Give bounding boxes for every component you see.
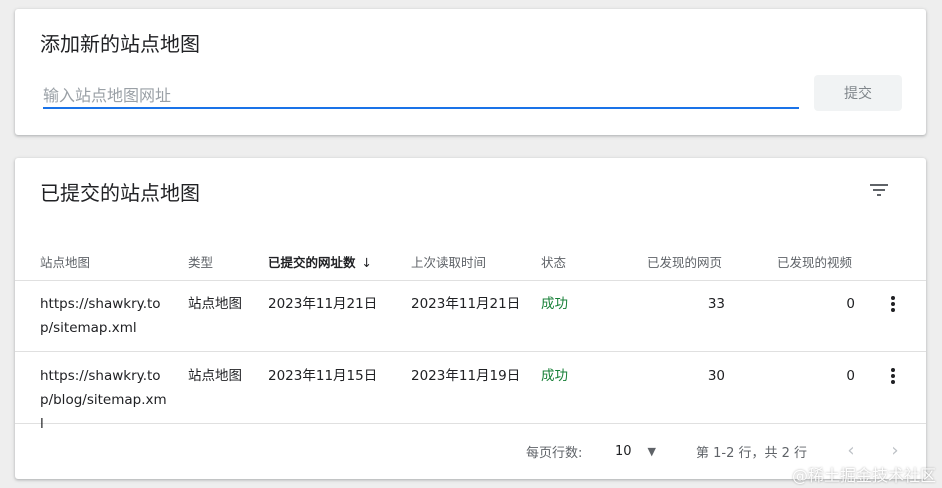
column-header-discovered-videos[interactable]: 已发现的视频 xyxy=(777,252,852,271)
table-header: 站点地图 类型 已提交的网址数 ↓ 上次读取时间 状态 已发现的网页 已发现的视频 xyxy=(15,238,926,281)
sitemap-url-cell[interactable]: https://shawkry.top/blog/sitemap.xml xyxy=(40,364,168,436)
status-cell: 成功 xyxy=(541,296,568,312)
sitemap-url-cell[interactable]: https://shawkry.top/sitemap.xml xyxy=(40,292,168,340)
last-read-cell: 2023年11月19日 xyxy=(411,368,521,384)
type-cell: 站点地图 xyxy=(188,368,242,384)
column-header-status[interactable]: 状态 xyxy=(541,252,566,271)
pagination-range: 第 1-2 行，共 2 行 xyxy=(696,446,808,461)
last-read-cell: 2023年11月21日 xyxy=(411,296,521,312)
more-vert-icon[interactable] xyxy=(883,366,903,386)
type-cell: 站点地图 xyxy=(188,296,242,312)
column-header-sitemap[interactable]: 站点地图 xyxy=(40,252,90,271)
add-sitemap-card: 添加新的站点地图 提交 xyxy=(15,9,926,135)
chevron-left-icon[interactable]: ‹ xyxy=(839,438,863,462)
rows-per-page-label: 每页行数: xyxy=(526,446,583,461)
rows-per-page-select[interactable]: 10 ▼ xyxy=(615,439,663,463)
table-row[interactable]: https://shawkry.top/sitemap.xml 站点地图 202… xyxy=(15,280,926,352)
filter-icon[interactable] xyxy=(867,178,891,202)
table-row[interactable]: https://shawkry.top/blog/sitemap.xml 站点地… xyxy=(15,352,926,432)
submit-button[interactable]: 提交 xyxy=(814,75,902,111)
add-sitemap-title: 添加新的站点地图 xyxy=(40,32,200,56)
column-header-type[interactable]: 类型 xyxy=(188,252,213,271)
submitted-date-cell: 2023年11月21日 xyxy=(268,296,378,312)
submitted-sitemaps-card: 已提交的站点地图 站点地图 类型 已提交的网址数 ↓ 上次读取时间 状态 已发现的… xyxy=(15,158,926,479)
discovered-pages-cell: 33 xyxy=(707,296,725,312)
discovered-videos-cell: 0 xyxy=(846,368,855,384)
arrow-down-icon: ↓ xyxy=(361,255,372,270)
status-cell: 成功 xyxy=(541,368,568,384)
submitted-date-cell: 2023年11月15日 xyxy=(268,368,378,384)
watermark: @稀土掘金技术社区 xyxy=(791,466,936,485)
column-header-discovered-pages[interactable]: 已发现的网页 xyxy=(647,252,722,271)
discovered-pages-cell: 30 xyxy=(707,368,725,384)
column-header-submitted-urls[interactable]: 已提交的网址数 ↓ xyxy=(268,252,372,271)
sitemap-url-input[interactable] xyxy=(43,83,799,109)
discovered-videos-cell: 0 xyxy=(846,296,855,312)
column-header-last-read[interactable]: 上次读取时间 xyxy=(411,252,486,271)
chevron-right-icon[interactable]: › xyxy=(883,438,907,462)
rows-per-page-value: 10 xyxy=(615,443,632,459)
caret-down-icon: ▼ xyxy=(647,444,657,458)
table-pagination: 每页行数: 10 ▼ 第 1-2 行，共 2 行 ‹ › xyxy=(15,436,926,466)
more-vert-icon[interactable] xyxy=(883,294,903,314)
column-header-submitted-urls-label: 已提交的网址数 xyxy=(268,255,356,270)
submitted-sitemaps-title: 已提交的站点地图 xyxy=(40,181,200,205)
